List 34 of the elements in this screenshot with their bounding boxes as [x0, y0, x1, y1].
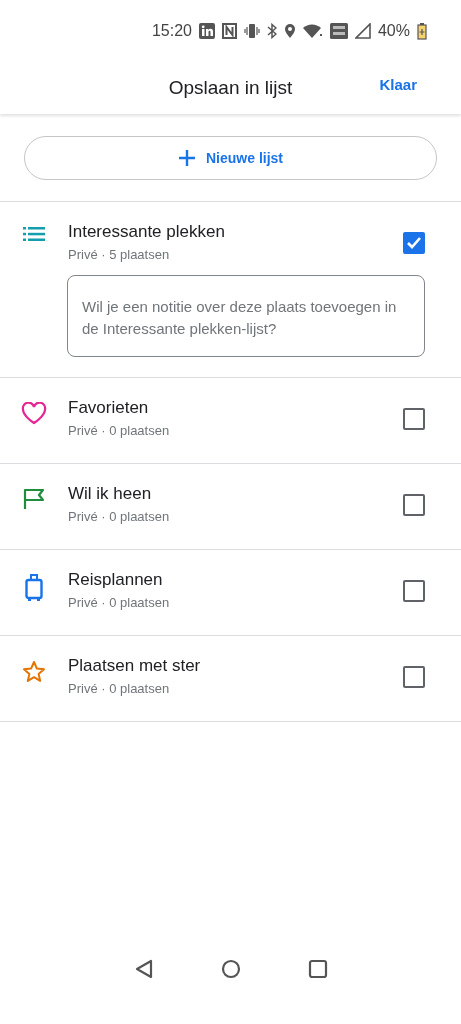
list-title: Reisplannen [68, 570, 164, 590]
page-title: Opslaan in lijst [168, 77, 293, 99]
bluetooth-icon [266, 23, 277, 39]
list-title: Favorieten [68, 398, 150, 418]
back-icon[interactable] [133, 958, 154, 979]
new-list-button[interactable]: Nieuwe lijst [24, 136, 437, 180]
checkmark-icon [406, 236, 422, 250]
list-details: Privé · 0 plaatsen [68, 423, 171, 438]
list-details: Privé · 0 plaatsen [68, 681, 171, 696]
list-title: Plaatsen met ster [68, 656, 202, 676]
plus-icon [178, 149, 196, 167]
signal-icon [354, 23, 371, 39]
list-title: Wil ik heen [68, 484, 153, 504]
status-time: 15:20 [151, 22, 192, 40]
vibrate-icon [243, 23, 260, 39]
list-title: Interessante plekken [68, 222, 226, 242]
list-details: Privé · 0 plaatsen [68, 595, 171, 610]
location-icon [283, 23, 296, 39]
linkedin-icon [198, 23, 215, 39]
checkbox[interactable] [403, 232, 425, 254]
checkbox[interactable] [403, 666, 425, 688]
checkbox[interactable] [403, 408, 425, 430]
nfc-icon [221, 23, 237, 39]
checkbox[interactable] [403, 580, 425, 602]
wifi-icon [302, 23, 323, 39]
battery-icon [417, 22, 427, 40]
note-field[interactable]: Wil je een notitie over deze plaats toevoegen in de Interessante plekken-lijst? [67, 275, 425, 357]
checkbox[interactable] [403, 494, 425, 516]
done-button[interactable]: Klaar [379, 76, 417, 93]
recents-icon[interactable] [307, 958, 328, 979]
list-details: Privé · 5 plaatsen [68, 247, 171, 262]
list-details: Privé · 0 plaatsen [68, 509, 171, 524]
home-icon[interactable] [220, 958, 241, 979]
battery-percentage: 40% [377, 22, 410, 40]
